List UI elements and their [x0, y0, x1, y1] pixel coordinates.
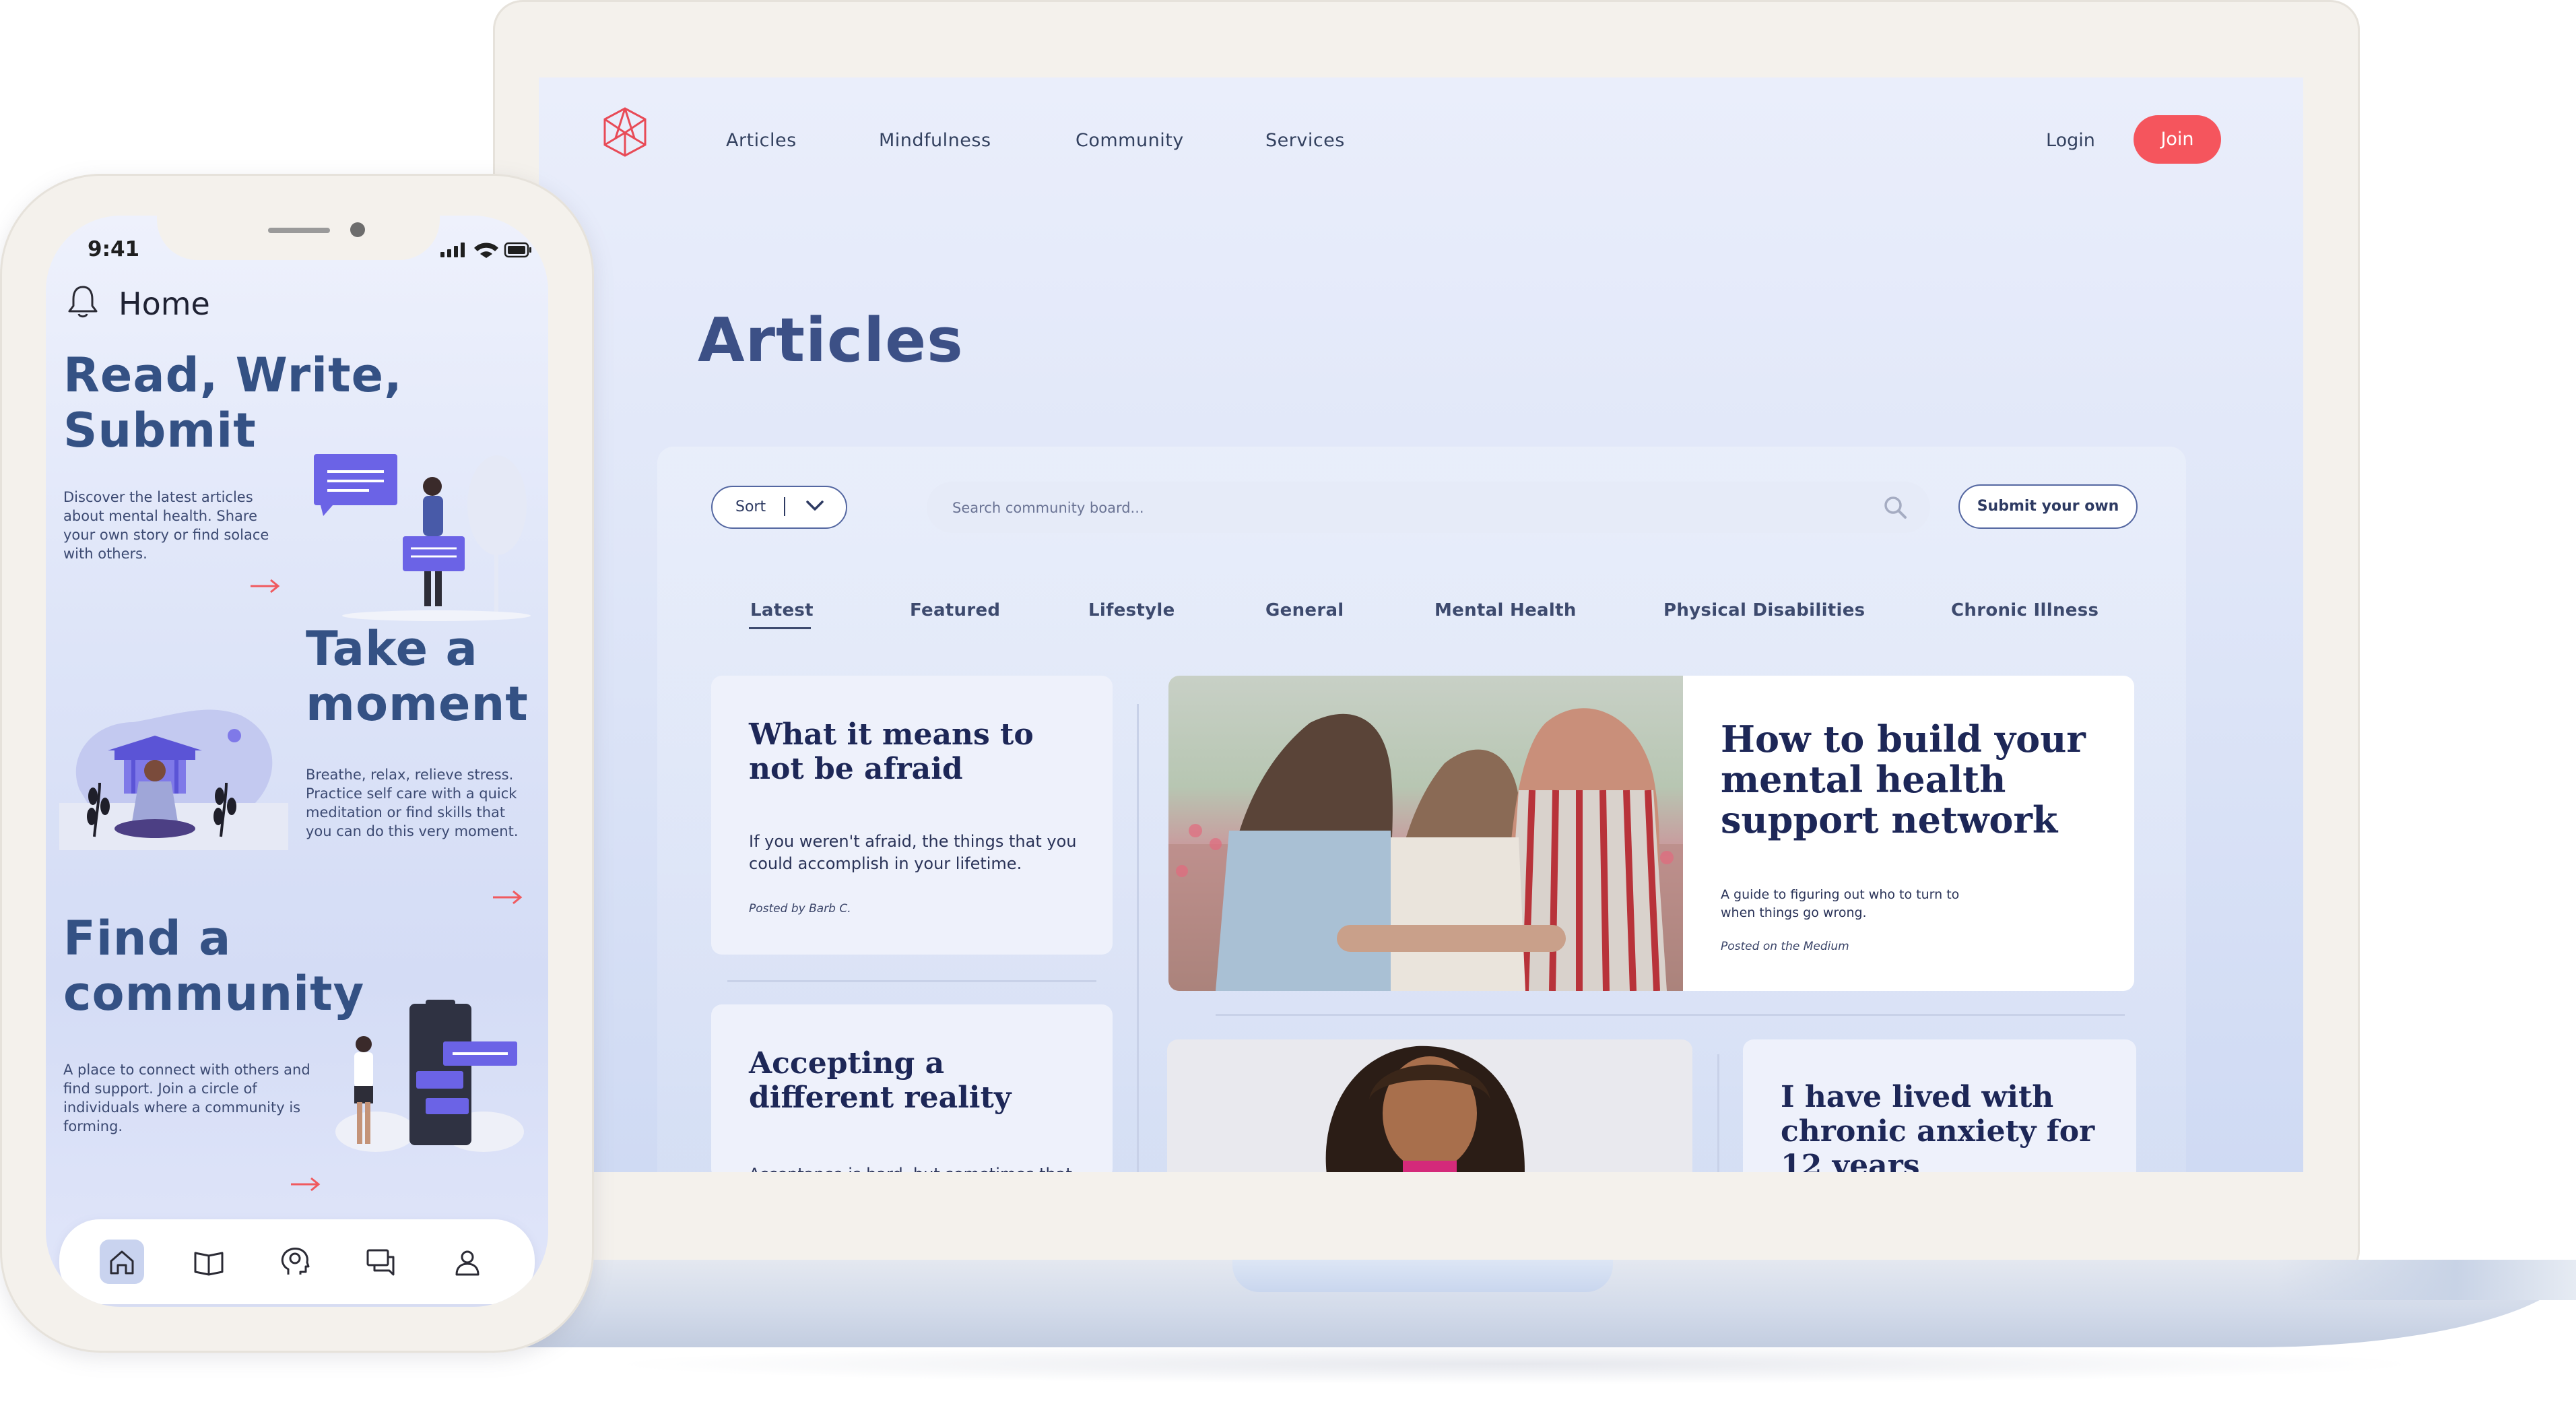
article-title: I have lived with chronic anxiety for 12…: [1781, 1080, 2095, 1172]
article-excerpt: If you weren't afraid, the things that y…: [749, 832, 1077, 873]
sort-label: Sort: [735, 499, 766, 515]
meditation-illustration: [59, 709, 288, 850]
tab-chronic-illness[interactable]: Chronic Illness: [1951, 600, 2099, 620]
tab-lifestyle[interactable]: Lifestyle: [1088, 600, 1175, 620]
tab-physical-disabilities[interactable]: Physical Disabilities: [1663, 600, 1865, 620]
chat-icon[interactable]: [362, 1244, 400, 1281]
article-photo: [1168, 676, 1683, 991]
article-card[interactable]: I have lived with chronic anxiety for 12…: [1743, 1039, 2136, 1172]
page-title: Articles: [698, 305, 964, 376]
phone-notch: [157, 216, 440, 260]
article-card[interactable]: Accepting a different reality Acceptance…: [711, 1004, 1113, 1172]
nav-mindfulness[interactable]: Mindfulness: [879, 130, 991, 151]
speaker-grille: [268, 228, 330, 233]
book-icon[interactable]: [190, 1244, 228, 1281]
article-meta: Posted on the Medium: [1721, 940, 1849, 953]
status-time: 9:41: [88, 237, 140, 261]
divider: [1137, 704, 1139, 1172]
section-heading-line: Take a: [306, 621, 478, 676]
tab-featured[interactable]: Featured: [910, 600, 1000, 620]
laptop-shadow: [606, 1344, 2424, 1384]
arrow-right-icon[interactable]: [248, 578, 282, 594]
divider: [727, 980, 1096, 982]
article-title: How to build your mental health support …: [1721, 717, 2086, 841]
tab-general[interactable]: General: [1265, 600, 1344, 620]
laptop-base-edge: [2276, 1260, 2576, 1300]
section-heading-line: Read, Write,: [63, 348, 403, 403]
mind-icon[interactable]: [276, 1244, 314, 1281]
front-camera: [350, 222, 365, 237]
bell-icon[interactable]: [66, 283, 100, 319]
section-heading-line: Submit: [63, 403, 257, 458]
nav-services[interactable]: Services: [1265, 130, 1345, 151]
tab-mental-health[interactable]: Mental Health: [1434, 600, 1577, 620]
divider: [1216, 1014, 2125, 1016]
article-photo: [1325, 1046, 1525, 1172]
sort-separator: [784, 497, 785, 516]
login-link[interactable]: Login: [2046, 130, 2095, 151]
submit-your-own-button[interactable]: Submit your own: [1958, 484, 2138, 529]
search-bar: [927, 482, 1930, 534]
screen-title: Home: [119, 286, 210, 322]
section-heading-line: Find a: [63, 911, 232, 966]
section-description: Discover the latest articles about menta…: [63, 489, 269, 562]
laptop-screen: Articles Mindfulness Community Services …: [539, 77, 2303, 1172]
section-description: A place to connect with others and find …: [63, 1062, 310, 1134]
section-heading: Read, Write, Submit: [63, 348, 403, 458]
article-meta: Posted by Barb C.: [749, 902, 851, 915]
phone-screen: 9:41 Home Read, Write, Submit Discover t…: [46, 216, 548, 1307]
tab-latest[interactable]: Latest: [750, 600, 814, 620]
join-button[interactable]: Join: [2134, 115, 2221, 164]
arrow-right-icon[interactable]: [490, 889, 524, 905]
article-title: What it means to not be afraid: [749, 717, 1034, 786]
article-card[interactable]: [1167, 1039, 1692, 1172]
featured-article-card[interactable]: How to build your mental health support …: [1168, 676, 2134, 991]
status-icons: [440, 242, 531, 258]
sort-dropdown[interactable]: Sort: [711, 486, 847, 529]
nav-articles[interactable]: Articles: [726, 130, 797, 151]
section-heading: Take a moment: [306, 621, 529, 732]
section-description: Breathe, relax, relieve stress. Practice…: [306, 767, 519, 839]
home-icon[interactable]: [103, 1244, 141, 1281]
arrow-right-icon[interactable]: [288, 1176, 322, 1192]
article-excerpt: Acceptance is hard, but sometimes that: [749, 1163, 1086, 1172]
bottom-tab-bar: [59, 1219, 535, 1304]
search-input[interactable]: [951, 482, 1863, 534]
community-illustration: [335, 1000, 524, 1152]
divider: [1717, 1054, 1719, 1172]
laptop-notch: [1232, 1260, 1613, 1292]
article-title: Accepting a different reality: [749, 1046, 1012, 1115]
section-heading-line: moment: [306, 676, 529, 732]
site-logo-icon[interactable]: [601, 106, 649, 158]
article-excerpt: A guide to figuring out who to turn to w…: [1721, 887, 1960, 920]
article-card[interactable]: What it means to not be afraid If you we…: [711, 676, 1113, 955]
nav-community[interactable]: Community: [1076, 130, 1184, 151]
profile-icon[interactable]: [449, 1244, 486, 1281]
search-icon[interactable]: [1882, 494, 1909, 521]
writing-illustration: [314, 454, 531, 621]
active-tab-indicator: [749, 627, 811, 629]
chevron-down-icon: [806, 501, 824, 511]
